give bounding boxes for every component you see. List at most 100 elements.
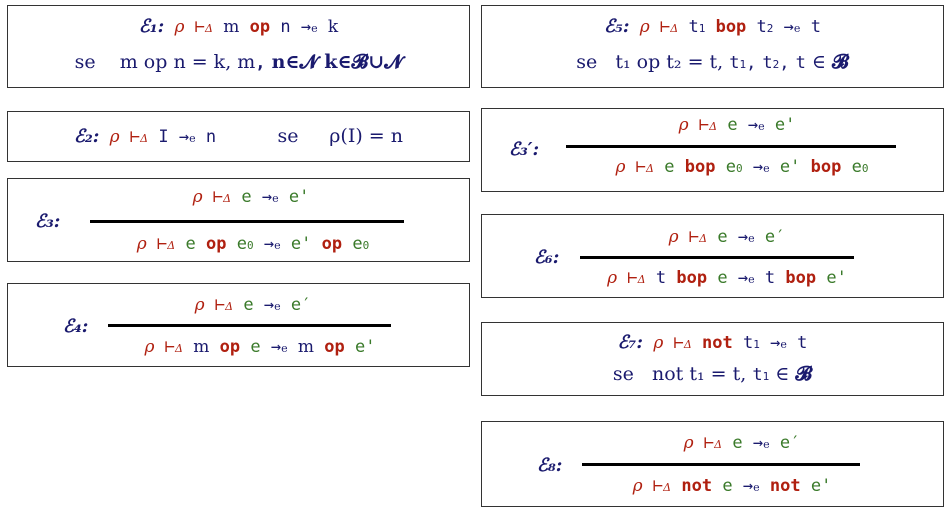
turnstile-symbol: ⊢ — [660, 17, 671, 37]
delta-sub: Δ — [167, 239, 176, 252]
rho-symbol: ρ — [653, 333, 664, 353]
arrow-sub-e: e — [281, 342, 288, 355]
rho-symbol: ρ — [192, 187, 203, 207]
condition-text: ρ(I) = n — [329, 125, 404, 147]
delta-sub: Δ — [223, 192, 232, 205]
delta-sub: Δ — [646, 162, 654, 175]
sub-one: 1 — [762, 370, 770, 383]
delta-sub: Δ — [140, 132, 149, 145]
delta-sub: Δ — [699, 232, 708, 245]
delta-sub: Δ — [670, 22, 679, 35]
delta-sub: Δ — [663, 481, 672, 494]
rho-symbol: ρ — [194, 295, 205, 315]
term-e: e — [241, 187, 252, 207]
term-e0: e — [352, 234, 363, 254]
rule-e3p-label: ℰ₃′: — [509, 139, 540, 160]
rule-e3p-premise: ρ ⊢Δ e →e e' — [577, 115, 897, 135]
term-t1: t — [729, 53, 740, 73]
inference-bar — [580, 256, 854, 259]
turnstile-symbol: ⊢ — [212, 187, 224, 207]
turnstile-symbol: ⊢ — [157, 234, 168, 254]
term-t: t — [655, 268, 667, 288]
rule-e2-box: ℰ₂: ρ ⊢Δ I →e n se ρ(I) = n — [7, 111, 470, 162]
rule-e8-label: ℰ₈: — [537, 455, 563, 476]
op-keyword: op — [219, 337, 241, 357]
turnstile-symbol: ⊢ — [164, 337, 176, 357]
turnstile-symbol: ⊢ — [703, 433, 715, 453]
in-symbol: ∈ — [775, 363, 790, 385]
turnstile-symbol: ⊢ — [129, 127, 141, 147]
term-t1: t — [742, 333, 754, 353]
rule-e2-line: ℰ₂: ρ ⊢Δ I →e n se ρ(I) = n — [8, 125, 469, 147]
se-keyword: se — [74, 51, 96, 73]
term-t: t — [797, 333, 808, 353]
delta-sub: Δ — [709, 120, 718, 133]
arrow-symbol: → — [752, 157, 764, 177]
comma: , — [779, 53, 790, 73]
rule-e3-label: ℰ₃: — [35, 211, 61, 232]
rule-e3p-conclusion: ρ ⊢Δ e bop e0 →e e' bop e0 — [552, 157, 932, 177]
term-e-prime: e' — [290, 234, 312, 254]
delta-sub: Δ — [637, 273, 646, 286]
delta-sub: Δ — [714, 438, 723, 451]
arrow-sub-e: e — [748, 273, 755, 286]
op-keyword: op — [321, 234, 343, 254]
not-keyword: not — [702, 333, 733, 353]
term-t1: t — [688, 17, 699, 37]
term-e: e — [250, 337, 261, 357]
rule-e7-line2: se not t₁ = t, t1 ∈ 𝓑 — [482, 363, 943, 385]
arrow-sub-e: e — [272, 192, 279, 205]
term-e: e — [717, 268, 728, 288]
arrow-symbol: → — [178, 127, 190, 147]
term-t: t — [764, 268, 776, 288]
rule-e1-label: ℰ₁: — [138, 16, 165, 37]
bop-keyword: bop — [785, 268, 817, 288]
condition-text: t₁ op t₂ = t, — [615, 51, 730, 73]
term-e: e — [185, 234, 196, 254]
rule-e4-box: ℰ₄: ρ ⊢Δ e →e e′ ρ ⊢Δ m op e →e m op e' — [7, 283, 470, 367]
rule-e3p-box: ℰ₃′: ρ ⊢Δ e →e e' ρ ⊢Δ e bop e0 →e e' bo… — [481, 108, 944, 192]
se-keyword: se — [576, 51, 598, 73]
term-e-prime: e' — [810, 476, 832, 496]
bool-set: 𝓑 — [795, 363, 813, 385]
arrow-sub-e: e — [763, 162, 770, 175]
arrow-symbol: → — [737, 268, 749, 288]
sub-one: 1 — [753, 338, 760, 351]
rho-symbol: ρ — [174, 17, 185, 37]
rho-symbol: ρ — [109, 127, 120, 147]
rule-e6-label: ℰ₆: — [534, 247, 560, 268]
term-m: m — [223, 17, 240, 37]
term-I: I — [158, 127, 169, 147]
sub-zero: 0 — [246, 239, 254, 252]
rule-e1-box: ℰ₁: ρ ⊢Δ m op n →e k se m op n = k, m, n… — [7, 5, 470, 88]
condition-text: not t₁ = t, — [651, 363, 753, 385]
rule-e5-line1: ℰ₅: ρ ⊢Δ t1 bop t2 →e t — [482, 16, 943, 37]
rho-symbol: ρ — [668, 227, 679, 247]
inference-bar — [582, 463, 860, 466]
term-n: n — [205, 127, 217, 147]
inference-bar — [566, 145, 896, 148]
rule-e6-box: ℰ₆: ρ ⊢Δ e →e e′ ρ ⊢Δ t bop e →e t bop e… — [481, 214, 944, 298]
arrow-symbol: → — [770, 333, 781, 353]
arrow-symbol: → — [263, 234, 275, 254]
rule-e4-premise: ρ ⊢Δ e →e e′ — [108, 295, 398, 315]
arrow-sub-e: e — [189, 132, 196, 145]
delta-sub: Δ — [225, 300, 234, 313]
term-e-prime: e' — [779, 157, 801, 177]
rule-e5-line2: se t₁ op t₂ = t, t1, t2, t ∈ 𝓑 — [482, 51, 943, 73]
op-keyword: op — [324, 337, 345, 357]
condition-text: m op n = k, m — [119, 51, 256, 73]
arrow-sub-e: e — [780, 338, 787, 351]
inference-bar — [108, 324, 391, 327]
sub-zero: 0 — [861, 162, 869, 175]
rule-e6-premise: ρ ⊢Δ e →e e′ — [582, 227, 872, 247]
delta-sub: Δ — [205, 22, 213, 35]
rule-e5-label: ℰ₅: — [604, 16, 630, 37]
inference-bar — [90, 220, 404, 223]
term-t2: t — [762, 53, 773, 73]
rule-e3-conclusion: ρ ⊢Δ e op e0 →e e' op e0 — [78, 234, 428, 254]
rule-e3-premise: ρ ⊢Δ e →e e' — [96, 187, 406, 207]
arrow-sub-e: e — [748, 232, 755, 245]
term-e: e — [722, 476, 733, 496]
term-e-prime: e' — [774, 115, 796, 135]
